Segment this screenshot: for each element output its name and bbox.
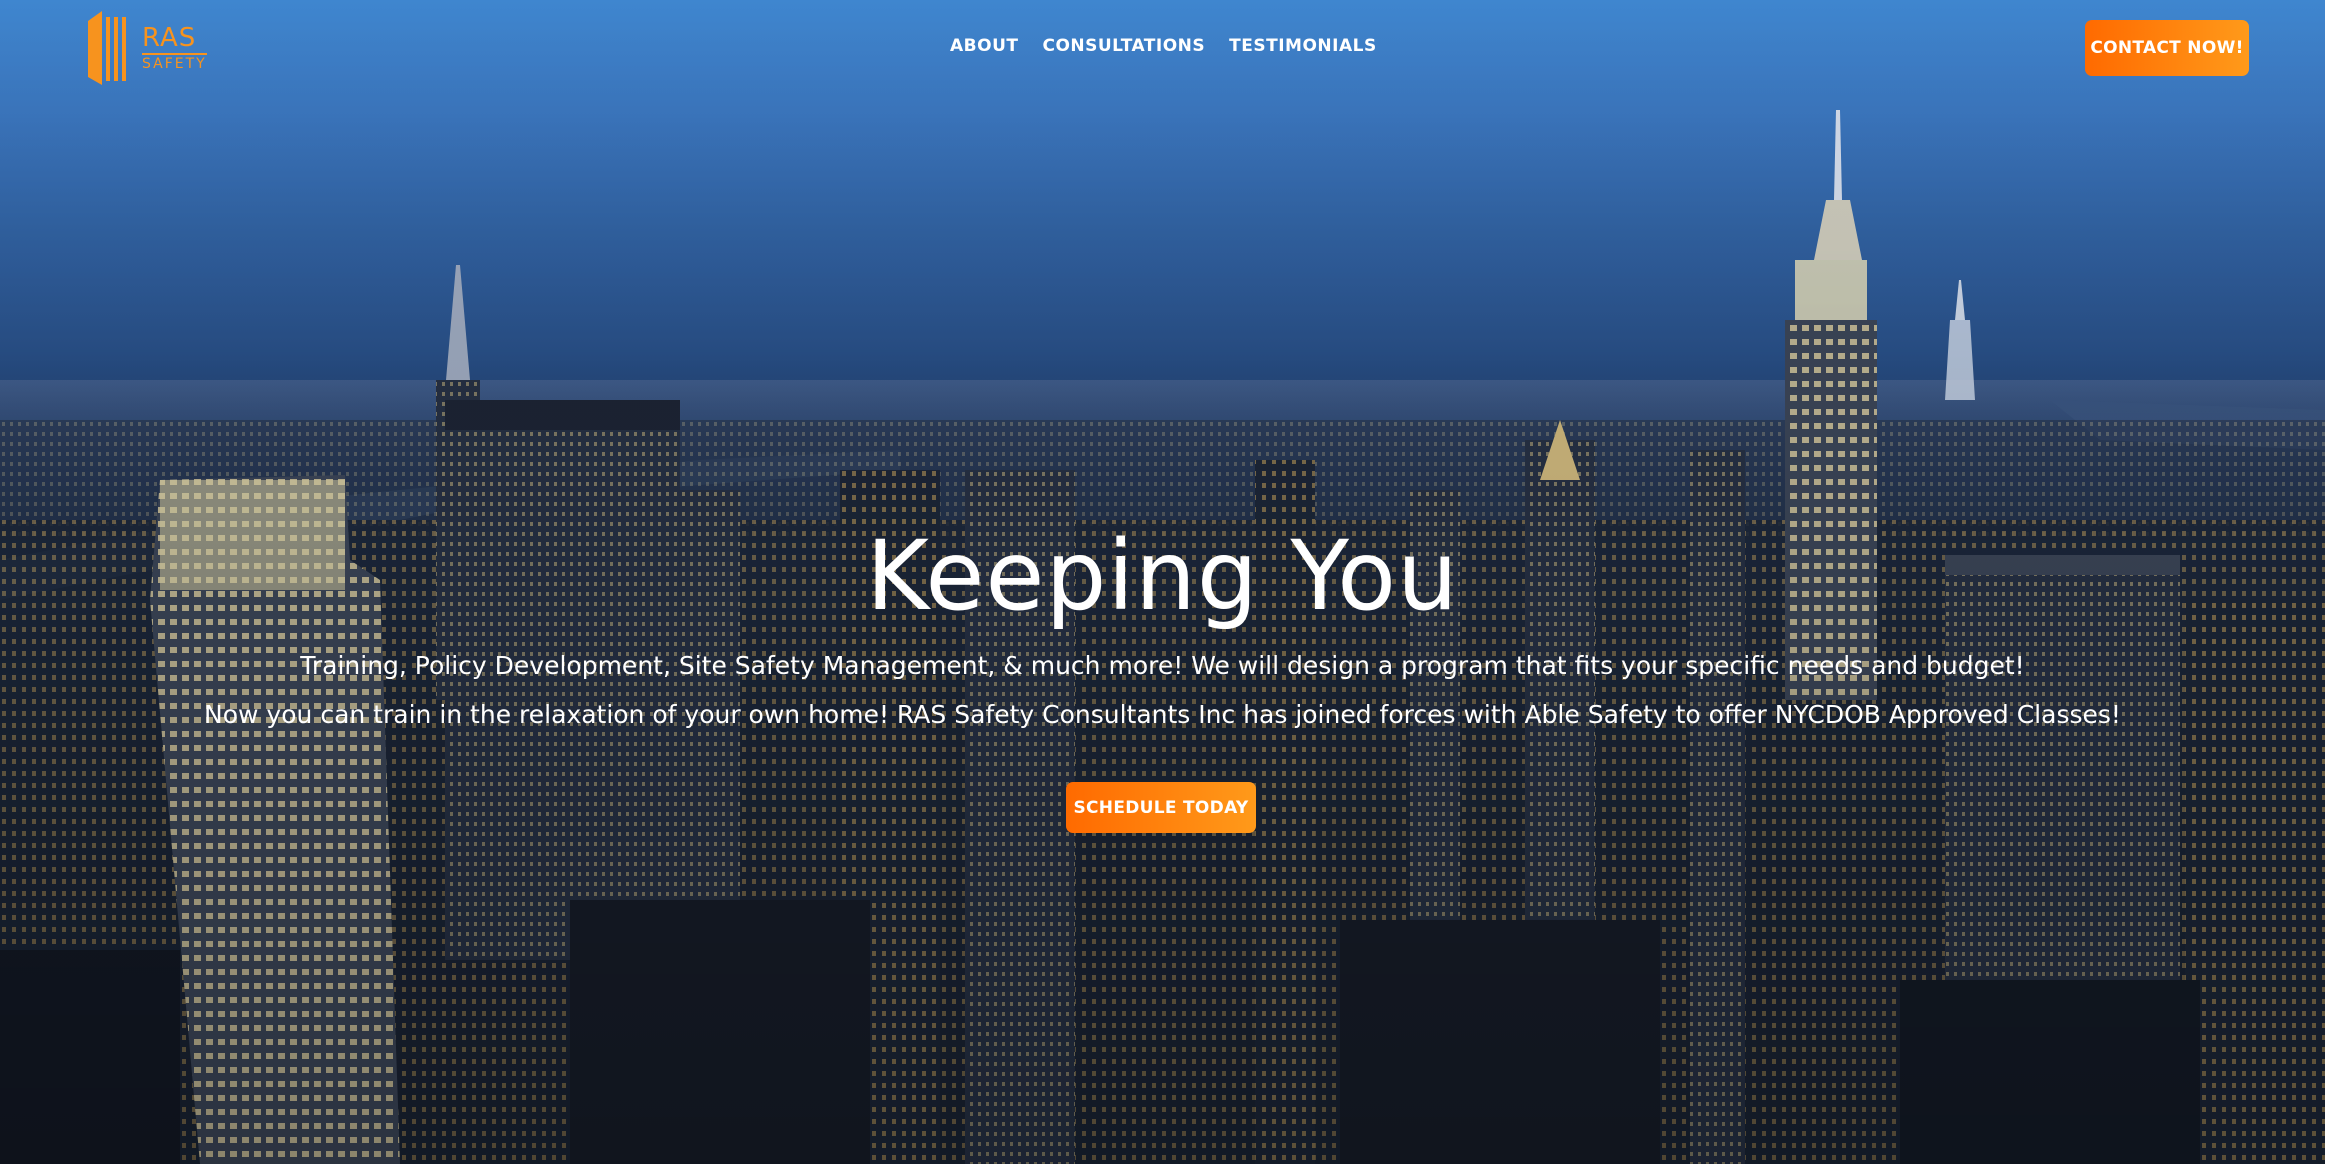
hero-description-line-2: Now you can train in the relaxation of y…: [204, 700, 2121, 729]
hero-title: Keeping You: [866, 520, 1459, 632]
ras-safety-logo-icon: [88, 11, 126, 85]
nav-item-about[interactable]: ABOUT: [950, 36, 1018, 56]
hero-section: RAS SAFETY ABOUT CONSULTATIONS TESTIMONI…: [0, 0, 2325, 1164]
hero-description-line-1: Training, Policy Development, Site Safet…: [300, 651, 2025, 680]
nav-item-consultations[interactable]: CONSULTATIONS: [1042, 36, 1205, 56]
main-nav: ABOUT CONSULTATIONS TESTIMONIALS: [950, 36, 1377, 56]
schedule-today-button[interactable]: SCHEDULE TODAY: [1066, 782, 1256, 833]
brand-logo[interactable]: RAS SAFETY: [88, 11, 207, 85]
brand-name-bottom: SAFETY: [142, 53, 207, 71]
nav-item-testimonials[interactable]: TESTIMONIALS: [1229, 36, 1377, 56]
brand-wordmark: RAS SAFETY: [142, 25, 207, 71]
brand-name-top: RAS: [142, 23, 197, 53]
contact-now-button[interactable]: CONTACT NOW!: [2085, 20, 2249, 76]
